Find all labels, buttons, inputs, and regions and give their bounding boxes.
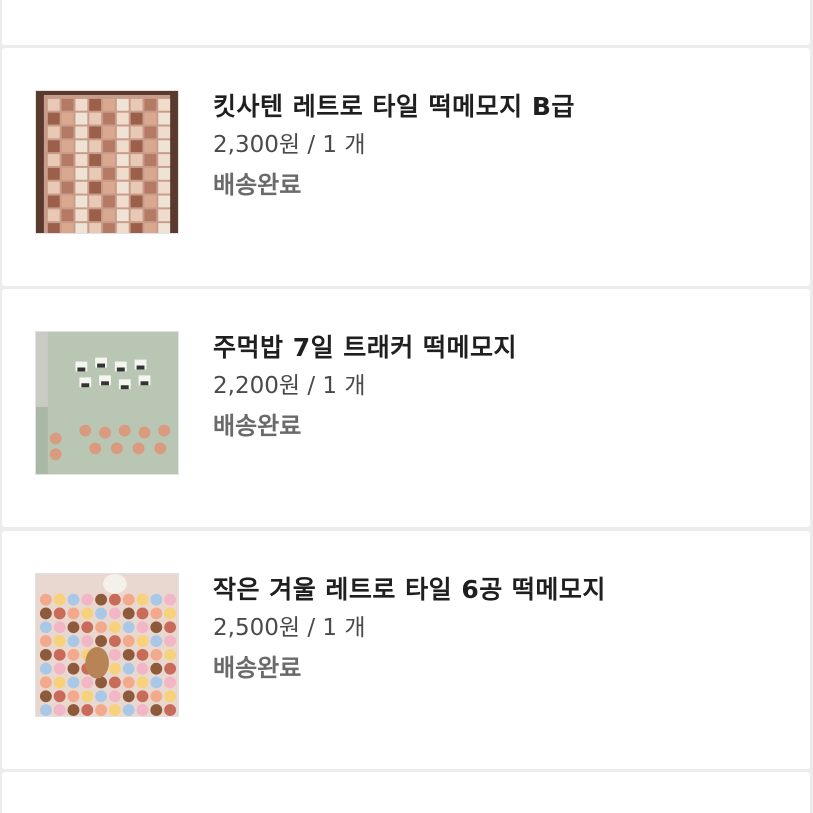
order-info: 주먹밥 7일 트래커 떡메모지 2,200원 / 1 개 배송완료 [213,331,790,442]
order-list-page: 킷사텐 레트로 타일 떡메모지 B급 2,300원 / 1 개 배송완료 주먹밥… [0,0,813,813]
product-title[interactable]: 작은 겨울 레트로 타일 6공 떡메모지 [213,573,790,607]
price-quantity: 2,300원 / 1 개 [213,132,366,158]
product-image [36,332,178,474]
order-card-partial-bottom[interactable] [2,772,810,813]
price-quantity: 2,500원 / 1 개 [213,615,366,641]
product-title[interactable]: 주먹밥 7일 트래커 떡메모지 [213,331,790,365]
product-image [36,91,178,233]
product-thumbnail-rice-ball[interactable] [35,331,179,475]
order-card-partial-top[interactable] [2,0,810,45]
order-card[interactable]: 킷사텐 레트로 타일 떡메모지 B급 2,300원 / 1 개 배송완료 [2,48,810,286]
delivery-status: 배송완료 [213,654,302,682]
delivery-status: 배송완료 [213,171,302,199]
product-thumbnail-winter-tile[interactable] [35,573,179,717]
delivery-status: 배송완료 [213,412,302,440]
price-quantity: 2,200원 / 1 개 [213,373,366,399]
order-info: 킷사텐 레트로 타일 떡메모지 B급 2,300원 / 1 개 배송완료 [213,90,790,201]
order-card[interactable]: 작은 겨울 레트로 타일 6공 떡메모지 2,500원 / 1 개 배송완료 [2,531,810,769]
order-card[interactable]: 주먹밥 7일 트래커 떡메모지 2,200원 / 1 개 배송완료 [2,289,810,527]
product-title[interactable]: 킷사텐 레트로 타일 떡메모지 B급 [213,90,790,124]
product-thumbnail-retro-tile[interactable] [35,90,179,234]
product-image [36,574,178,716]
order-info: 작은 겨울 레트로 타일 6공 떡메모지 2,500원 / 1 개 배송완료 [213,573,790,684]
